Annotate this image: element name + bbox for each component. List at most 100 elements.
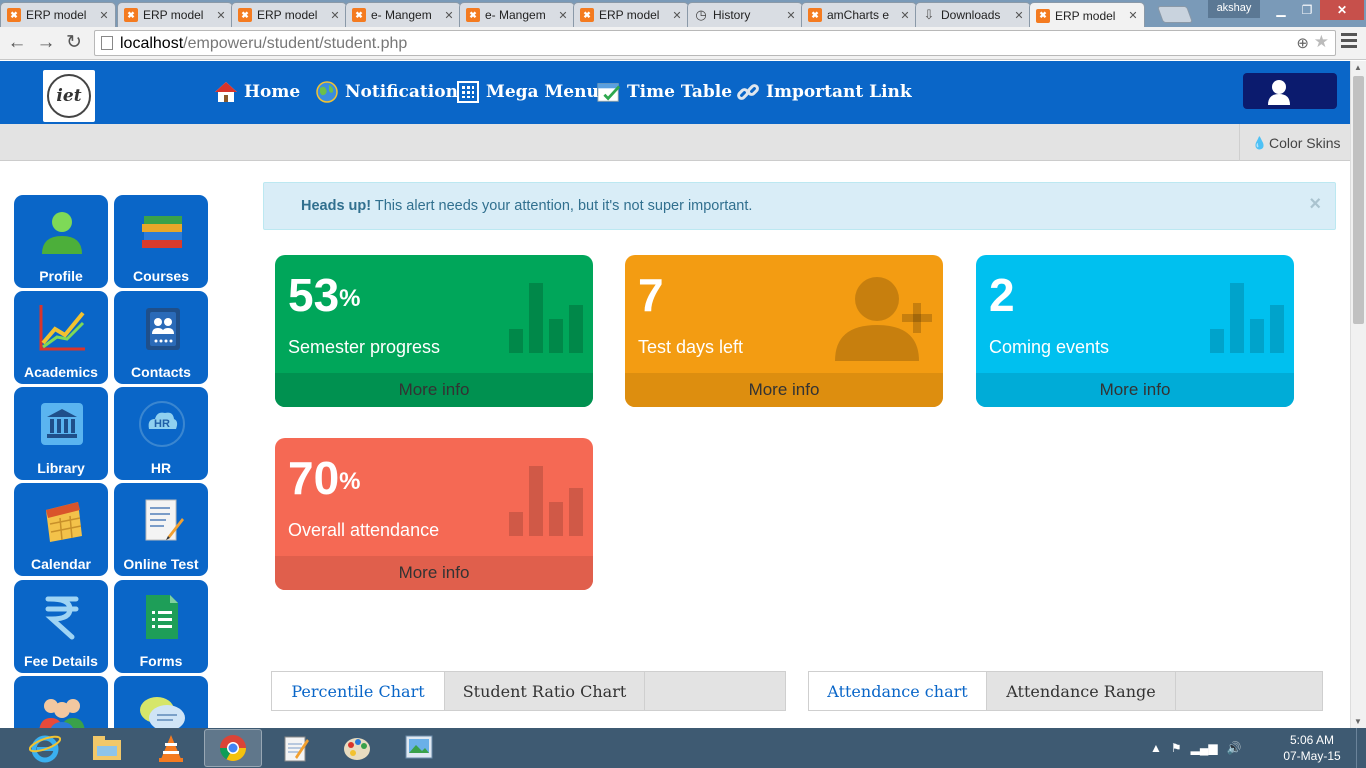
more-info-link[interactable]: More info	[625, 373, 943, 407]
tile-chat[interactable]	[114, 676, 208, 728]
chrome-icon[interactable]	[204, 729, 262, 767]
windows-taskbar: ▲ ⚑ ▂▄▆ 🔊 5:06 AM 07-May-15	[0, 728, 1366, 768]
nav-important-link[interactable]: Important Link	[736, 77, 912, 107]
more-info-link[interactable]: More info	[275, 556, 593, 590]
nav-time-table[interactable]: Time Table	[597, 77, 732, 107]
show-desktop-button[interactable]	[1356, 728, 1366, 768]
nav-home[interactable]: Home	[214, 77, 300, 107]
alert-text: This alert needs your attention, but it'…	[371, 198, 753, 214]
tile-calendar[interactable]: Calendar	[14, 483, 108, 576]
user-add-icon	[833, 273, 937, 366]
tab-title: e- Mangem	[485, 8, 546, 22]
close-icon[interactable]: ✕	[670, 9, 684, 22]
nav-notification[interactable]: Notification	[315, 77, 458, 107]
tray-expand-icon[interactable]: ▲	[1150, 741, 1162, 755]
close-icon[interactable]: ✕	[1126, 9, 1140, 22]
browser-tab[interactable]: ✖ e- Mangem ✕	[459, 2, 575, 27]
stat-value: 53%	[288, 269, 361, 321]
tile-label: Library	[37, 460, 85, 476]
college-logo[interactable]: iet	[43, 70, 95, 122]
nav-mega-menu[interactable]: Mega Menu	[456, 77, 599, 107]
tile-courses[interactable]: Courses	[114, 195, 208, 288]
page-scrollbar[interactable]: ▲ ▼	[1350, 61, 1366, 728]
address-bar[interactable]: localhost/empoweru/student/student.php ⊕…	[94, 30, 1336, 56]
color-skins-button[interactable]: 💧 Color Skins	[1239, 124, 1350, 161]
close-icon[interactable]: ✕	[784, 9, 798, 22]
scroll-down-icon[interactable]: ▼	[1354, 717, 1362, 726]
notepad-icon[interactable]	[266, 729, 324, 767]
taskbar-clock[interactable]: 5:06 AM 07-May-15	[1280, 732, 1344, 764]
zoom-icon[interactable]: ⊕	[1296, 34, 1309, 52]
tab-attendance-chart[interactable]: Attendance chart	[809, 672, 987, 710]
close-icon[interactable]: ✕	[97, 9, 111, 22]
bookmark-star-icon[interactable]: ★	[1314, 32, 1329, 52]
tile-label: Academics	[24, 364, 98, 380]
tile-group[interactable]	[14, 676, 108, 728]
tab-percentile-chart[interactable]: Percentile Chart	[272, 672, 445, 710]
forward-icon[interactable]: →	[35, 32, 57, 54]
alert-close-button[interactable]: ×	[1309, 193, 1321, 216]
browser-menu-icon[interactable]	[1341, 33, 1357, 51]
tab-title: History	[713, 8, 751, 22]
close-icon[interactable]: ✕	[214, 9, 228, 22]
back-icon[interactable]: ←	[6, 32, 28, 54]
browser-tab[interactable]: ✖ ERP model ✕	[231, 2, 347, 27]
stat-semester-progress: 53% Semester progress More info	[275, 255, 593, 407]
ie-icon[interactable]	[16, 729, 74, 767]
tab-attendance-range[interactable]: Attendance Range	[987, 672, 1176, 710]
close-icon[interactable]: ✕	[898, 9, 912, 22]
tab-title: ERP model	[599, 8, 660, 22]
tab-title: ERP model	[1055, 8, 1116, 23]
maximize-button[interactable]: ❐	[1294, 0, 1320, 20]
browser-tab[interactable]: ✖ ERP model ✕	[117, 2, 233, 27]
browser-tab[interactable]: ◷ History ✕	[687, 2, 803, 27]
scroll-thumb[interactable]	[1353, 76, 1364, 324]
volume-icon[interactable]: 🔊	[1227, 741, 1242, 755]
tile-online-test[interactable]: Online Test	[114, 483, 208, 576]
tile-fee-details[interactable]: Fee Details	[14, 580, 108, 673]
tile-contacts[interactable]: Contacts	[114, 291, 208, 384]
tile-hr[interactable]: HR HR	[114, 387, 208, 480]
tab-title: Downloads	[941, 8, 1001, 22]
user-profile-button[interactable]	[1243, 73, 1337, 109]
browser-tab[interactable]: ✖ e- Mangem ✕	[345, 2, 461, 27]
network-icon[interactable]: ▂▄▆	[1191, 741, 1218, 755]
window-close-button[interactable]: ✕	[1320, 0, 1364, 20]
tile-forms[interactable]: Forms	[114, 580, 208, 673]
reload-icon[interactable]: ↻	[63, 32, 85, 54]
close-icon[interactable]: ✕	[328, 9, 342, 22]
image-viewer-icon[interactable]	[390, 729, 448, 767]
browser-tab[interactable]: ⇩ Downloads ✕	[915, 2, 1031, 27]
bar-chart-icon	[507, 279, 587, 358]
tab-student-ratio-chart[interactable]: Student Ratio Chart	[445, 672, 645, 710]
close-icon[interactable]: ✕	[1012, 9, 1026, 22]
tile-profile[interactable]: Profile	[14, 195, 108, 288]
more-info-link[interactable]: More info	[275, 373, 593, 407]
browser-tab-active[interactable]: ✖ ERP model ✕	[1029, 2, 1145, 28]
new-tab-button[interactable]	[1156, 6, 1194, 23]
close-icon[interactable]: ✕	[556, 9, 570, 22]
forms-icon	[137, 592, 187, 642]
scroll-up-icon[interactable]: ▲	[1354, 63, 1362, 72]
browser-user-badge[interactable]: akshay	[1208, 0, 1260, 18]
xampp-icon: ✖	[808, 8, 822, 22]
xampp-icon: ✖	[1036, 8, 1050, 23]
browser-tab[interactable]: ✖ ERP model ✕	[573, 2, 689, 27]
browser-tab[interactable]: ✖ ERP model ✕	[0, 2, 116, 27]
more-info-link[interactable]: More info	[976, 373, 1294, 407]
tile-academics[interactable]: Academics	[14, 291, 108, 384]
tile-label: Courses	[132, 268, 190, 284]
rupee-icon	[37, 592, 87, 642]
vlc-icon[interactable]	[142, 729, 200, 767]
action-center-icon[interactable]: ⚑	[1171, 741, 1182, 755]
explorer-icon[interactable]	[78, 729, 136, 767]
chart-tabs-right: Attendance chart Attendance Range	[808, 671, 1323, 711]
close-icon[interactable]: ✕	[442, 9, 456, 22]
tile-label: Calendar	[31, 556, 91, 572]
nav-label: Important Link	[766, 82, 912, 102]
tab-title: e- Mangem	[371, 8, 432, 22]
browser-tab[interactable]: ✖ amCharts e ✕	[801, 2, 917, 27]
paint-icon[interactable]	[328, 729, 386, 767]
tile-library[interactable]: Library	[14, 387, 108, 480]
minimize-button[interactable]: ▁	[1268, 0, 1294, 20]
